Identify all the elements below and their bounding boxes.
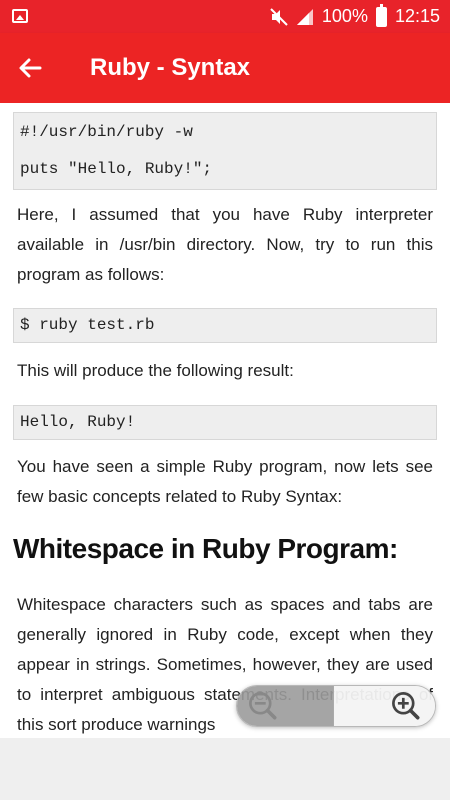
zoom-out-button[interactable]	[237, 686, 333, 726]
code-block-output: Hello, Ruby!	[13, 405, 437, 440]
paragraph: This will produce the following result:	[17, 361, 294, 380]
status-time: 12:15	[394, 6, 440, 26]
arrow-left-icon[interactable]	[15, 53, 45, 83]
signal-icon	[296, 8, 313, 25]
battery-percent: 100%	[321, 6, 368, 26]
section-heading: Whitespace in Ruby Program:	[13, 533, 398, 564]
code-line: Hello, Ruby!	[20, 413, 136, 431]
zoom-in-icon	[392, 692, 420, 720]
battery-icon	[375, 3, 387, 27]
image-icon	[12, 9, 28, 23]
paragraph: Here, I assumed that you have Ruby inter…	[17, 205, 433, 284]
code-line: $ ruby test.rb	[20, 316, 155, 334]
page-title: Ruby - Syntax	[90, 54, 251, 81]
mute-icon	[270, 7, 288, 26]
zoom-out-icon	[249, 692, 277, 720]
code-line: puts "Hello, Ruby!";	[20, 160, 213, 178]
code-block-command: $ ruby test.rb	[13, 308, 437, 343]
code-block-script: #!/usr/bin/ruby -w puts "Hello, Ruby!";	[13, 112, 437, 190]
code-line: #!/usr/bin/ruby -w	[20, 123, 193, 141]
status-bar: 100% 12:15	[0, 0, 450, 33]
zoom-control	[236, 685, 436, 727]
status-icons: 100% 12:15	[270, 0, 440, 33]
zoom-in-button[interactable]	[333, 686, 435, 726]
paragraph: You have seen a simple Ruby program, now…	[17, 457, 433, 506]
article-content: #!/usr/bin/ruby -w puts "Hello, Ruby!"; …	[0, 103, 450, 738]
app-bar: Ruby - Syntax	[0, 33, 450, 103]
